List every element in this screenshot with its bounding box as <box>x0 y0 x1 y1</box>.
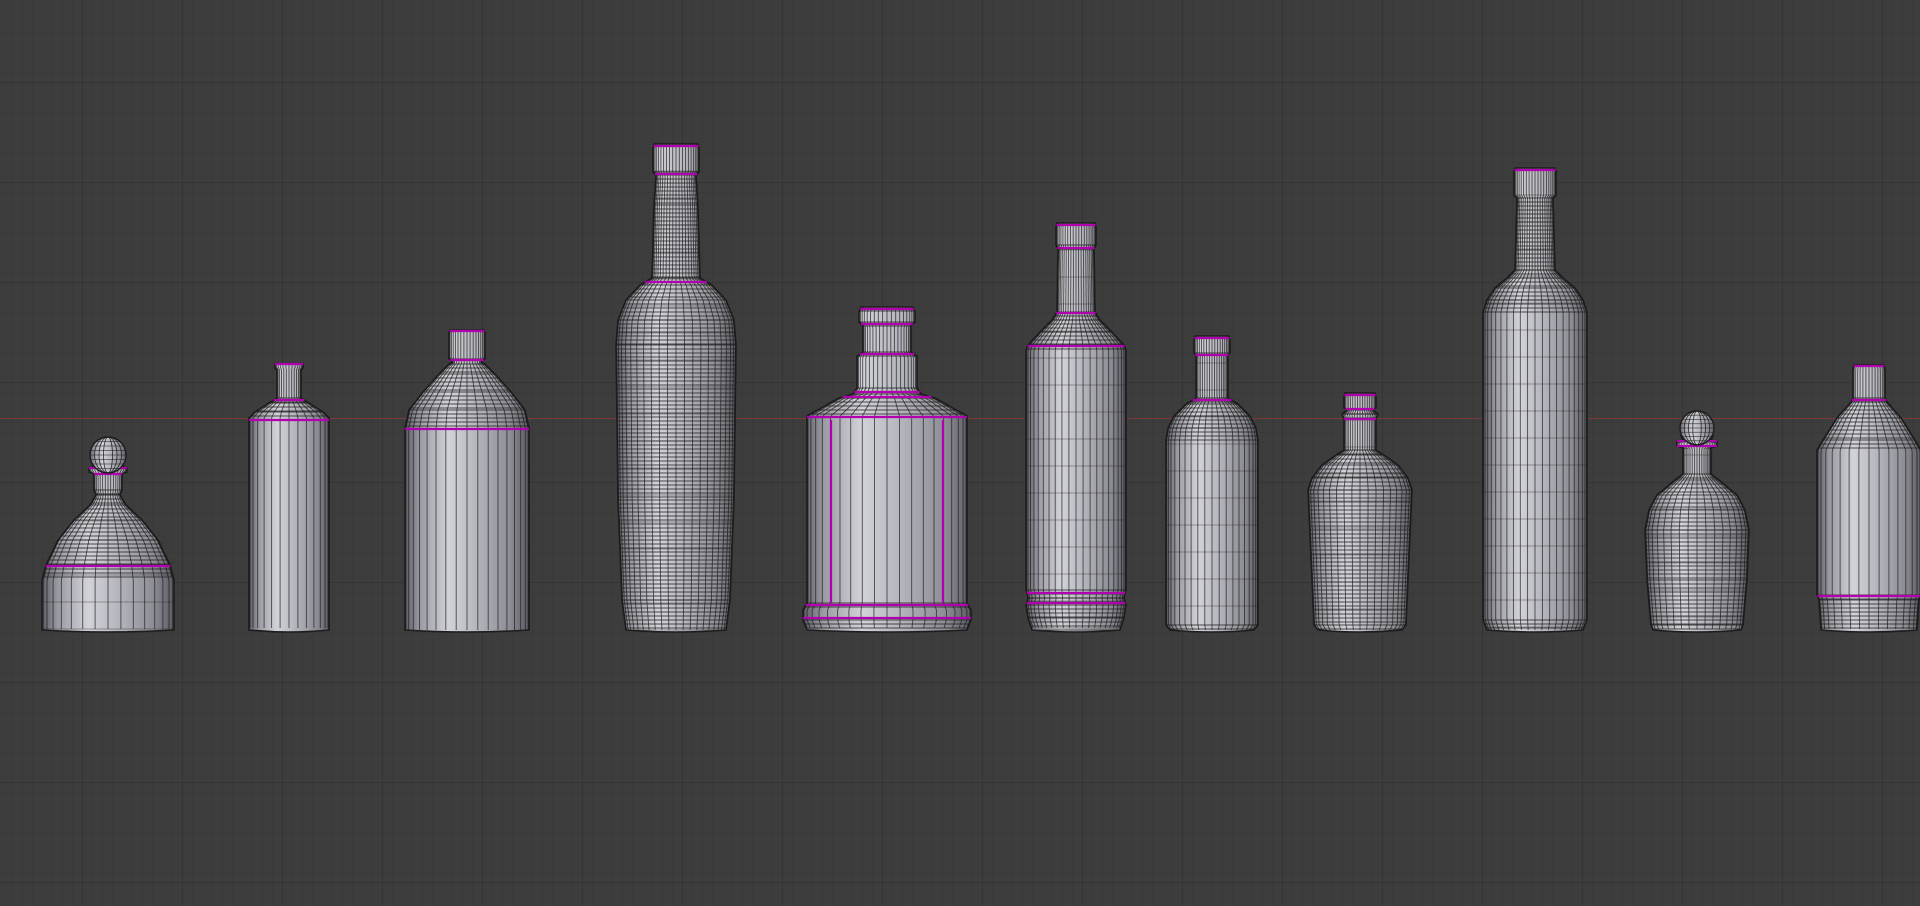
bottle-wide-short-neck[interactable] <box>404 329 530 633</box>
bottle-small-decanter-stopper[interactable] <box>1644 410 1750 633</box>
bottle-medium-cylindrical[interactable] <box>1165 335 1259 633</box>
3d-viewport[interactable] <box>0 0 1920 906</box>
bottle-angular-shoulder[interactable] <box>1816 364 1920 633</box>
bottle-wine-tall[interactable] <box>615 143 737 633</box>
bottle-vodka-ring-base[interactable] <box>1025 222 1127 633</box>
bottle-small-slim[interactable] <box>248 362 330 633</box>
bottle-small-tapered[interactable] <box>1307 392 1413 633</box>
wireframe <box>1308 393 1412 631</box>
bottle-scene <box>41 143 1920 633</box>
bottle-tall-cylindrical[interactable] <box>1482 167 1588 633</box>
bottle-square-flask[interactable] <box>802 306 972 633</box>
wireframe <box>616 144 736 631</box>
wireframe <box>1166 336 1258 631</box>
bottle-decanter-round-stopper[interactable] <box>41 436 175 633</box>
